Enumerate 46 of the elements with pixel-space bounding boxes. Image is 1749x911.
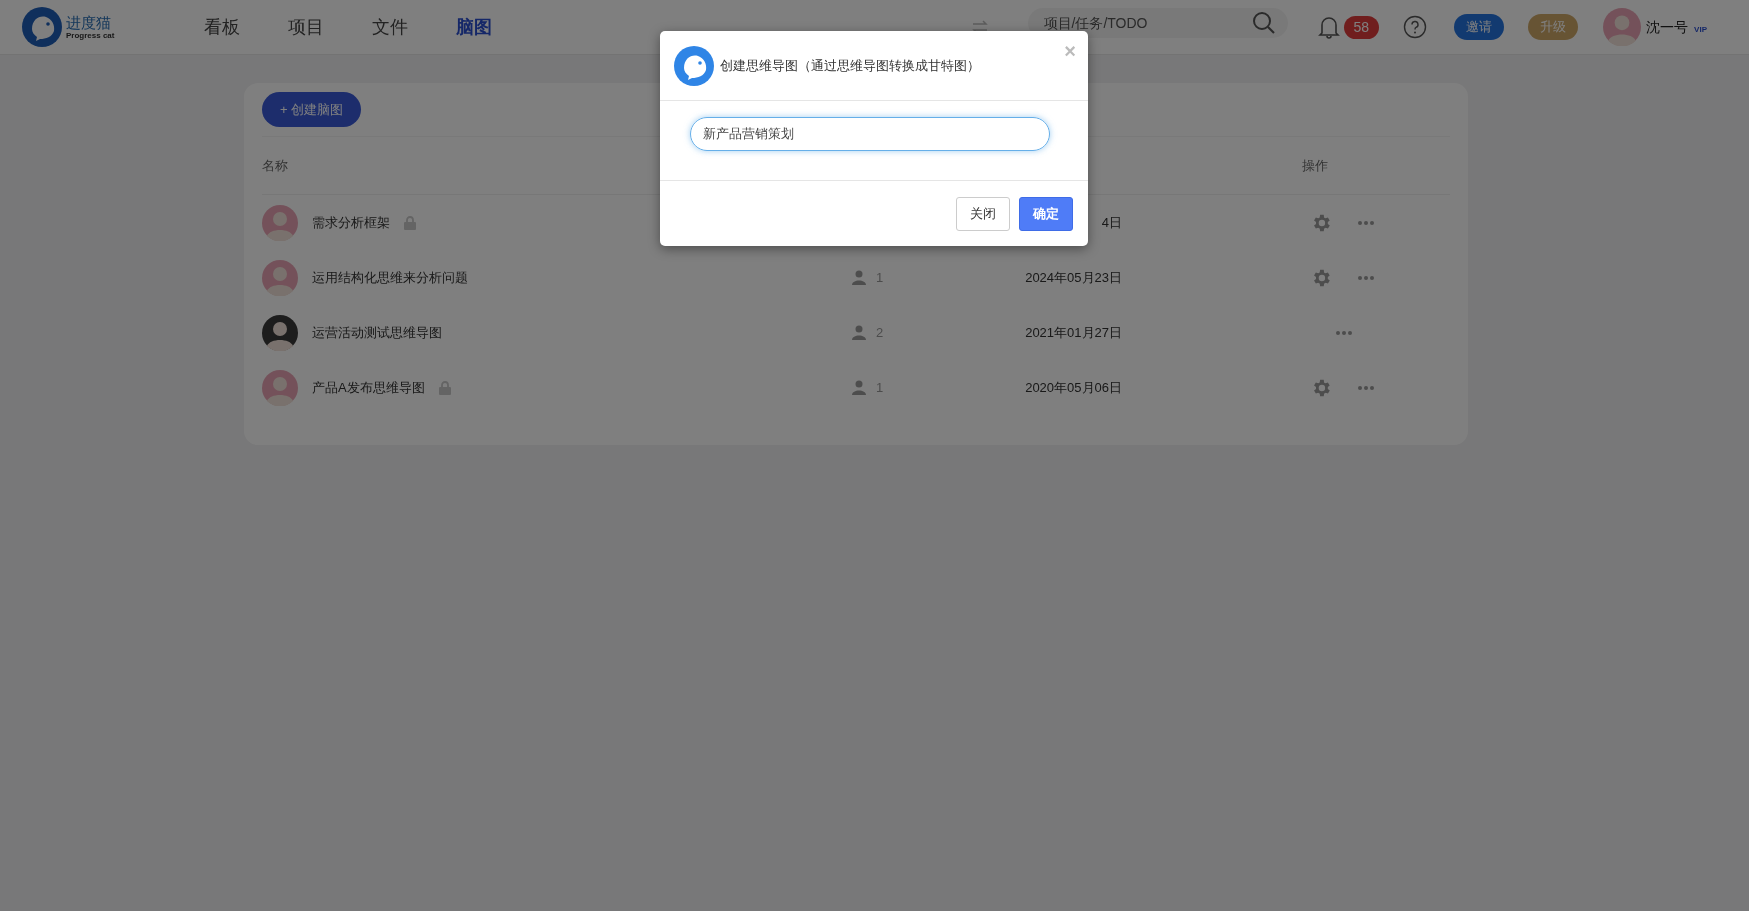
lock-icon [404, 215, 416, 230]
dialog-button[interactable]: 关闭 [956, 196, 1010, 231]
user-icon [852, 270, 866, 285]
user-name[interactable]: 沈一号 [1646, 16, 1689, 38]
mindmap-name[interactable]: 运用结构化思维来分析问题 [312, 267, 468, 288]
nav-tab[interactable]: 脑图 [456, 13, 492, 41]
invite-button[interactable]: 邀请 [1454, 14, 1505, 40]
bell-icon[interactable] [1317, 15, 1340, 39]
date-text: 4日 [1101, 213, 1122, 232]
nav-tab[interactable]: 看板 [204, 13, 240, 41]
vip-label: VIP [1694, 24, 1707, 36]
more-icon[interactable] [1358, 385, 1374, 390]
date-text: 2021年01月27日 [1025, 323, 1122, 342]
logo-icon [22, 7, 62, 47]
avatar [262, 369, 298, 406]
more-icon[interactable] [1336, 330, 1352, 335]
mindmap-name[interactable]: 产品A发布思维导图 [312, 377, 425, 398]
date-text: 2024年05月23日 [1025, 268, 1122, 287]
avatar [262, 314, 298, 351]
logo-name: 进度猫 [66, 14, 112, 30]
create-button[interactable]: + 创建脑图 [262, 92, 362, 127]
notification-badge: 58 [1343, 15, 1380, 39]
column-header: 操作 [1302, 156, 1328, 175]
mindmap-name[interactable]: 运营活动测试思维导图 [312, 322, 442, 343]
dialog-logo-icon [674, 45, 714, 86]
logo-tagline: Progress cat [66, 31, 115, 40]
mindmap-name[interactable]: 需求分析框架 [312, 212, 390, 233]
nav-tab[interactable]: 项目 [288, 13, 324, 41]
date-text: 2020年05月06日 [1025, 378, 1122, 397]
avatar [262, 259, 298, 296]
user-icon [852, 380, 866, 395]
dialog-button[interactable]: 确定 [1019, 196, 1073, 231]
swap-icon[interactable] [971, 20, 988, 34]
more-icon[interactable] [1358, 220, 1374, 225]
column-header: 名称 [262, 156, 288, 175]
dialog-title: 创建思维导图（通过思维导图转换成甘特图） [720, 56, 980, 75]
lock-icon [438, 380, 451, 395]
more-icon[interactable] [1358, 275, 1374, 280]
search-field[interactable]: 项目/任务/TODO [1027, 8, 1288, 38]
user-icon [852, 325, 866, 340]
avatar [262, 204, 298, 241]
user-avatar[interactable] [1603, 8, 1642, 46]
help-icon[interactable] [1403, 15, 1428, 39]
search-icon[interactable] [1251, 11, 1276, 35]
nav-tab[interactable]: 文件 [372, 13, 408, 41]
name-input[interactable]: 新产品营销策划 [690, 117, 1050, 151]
